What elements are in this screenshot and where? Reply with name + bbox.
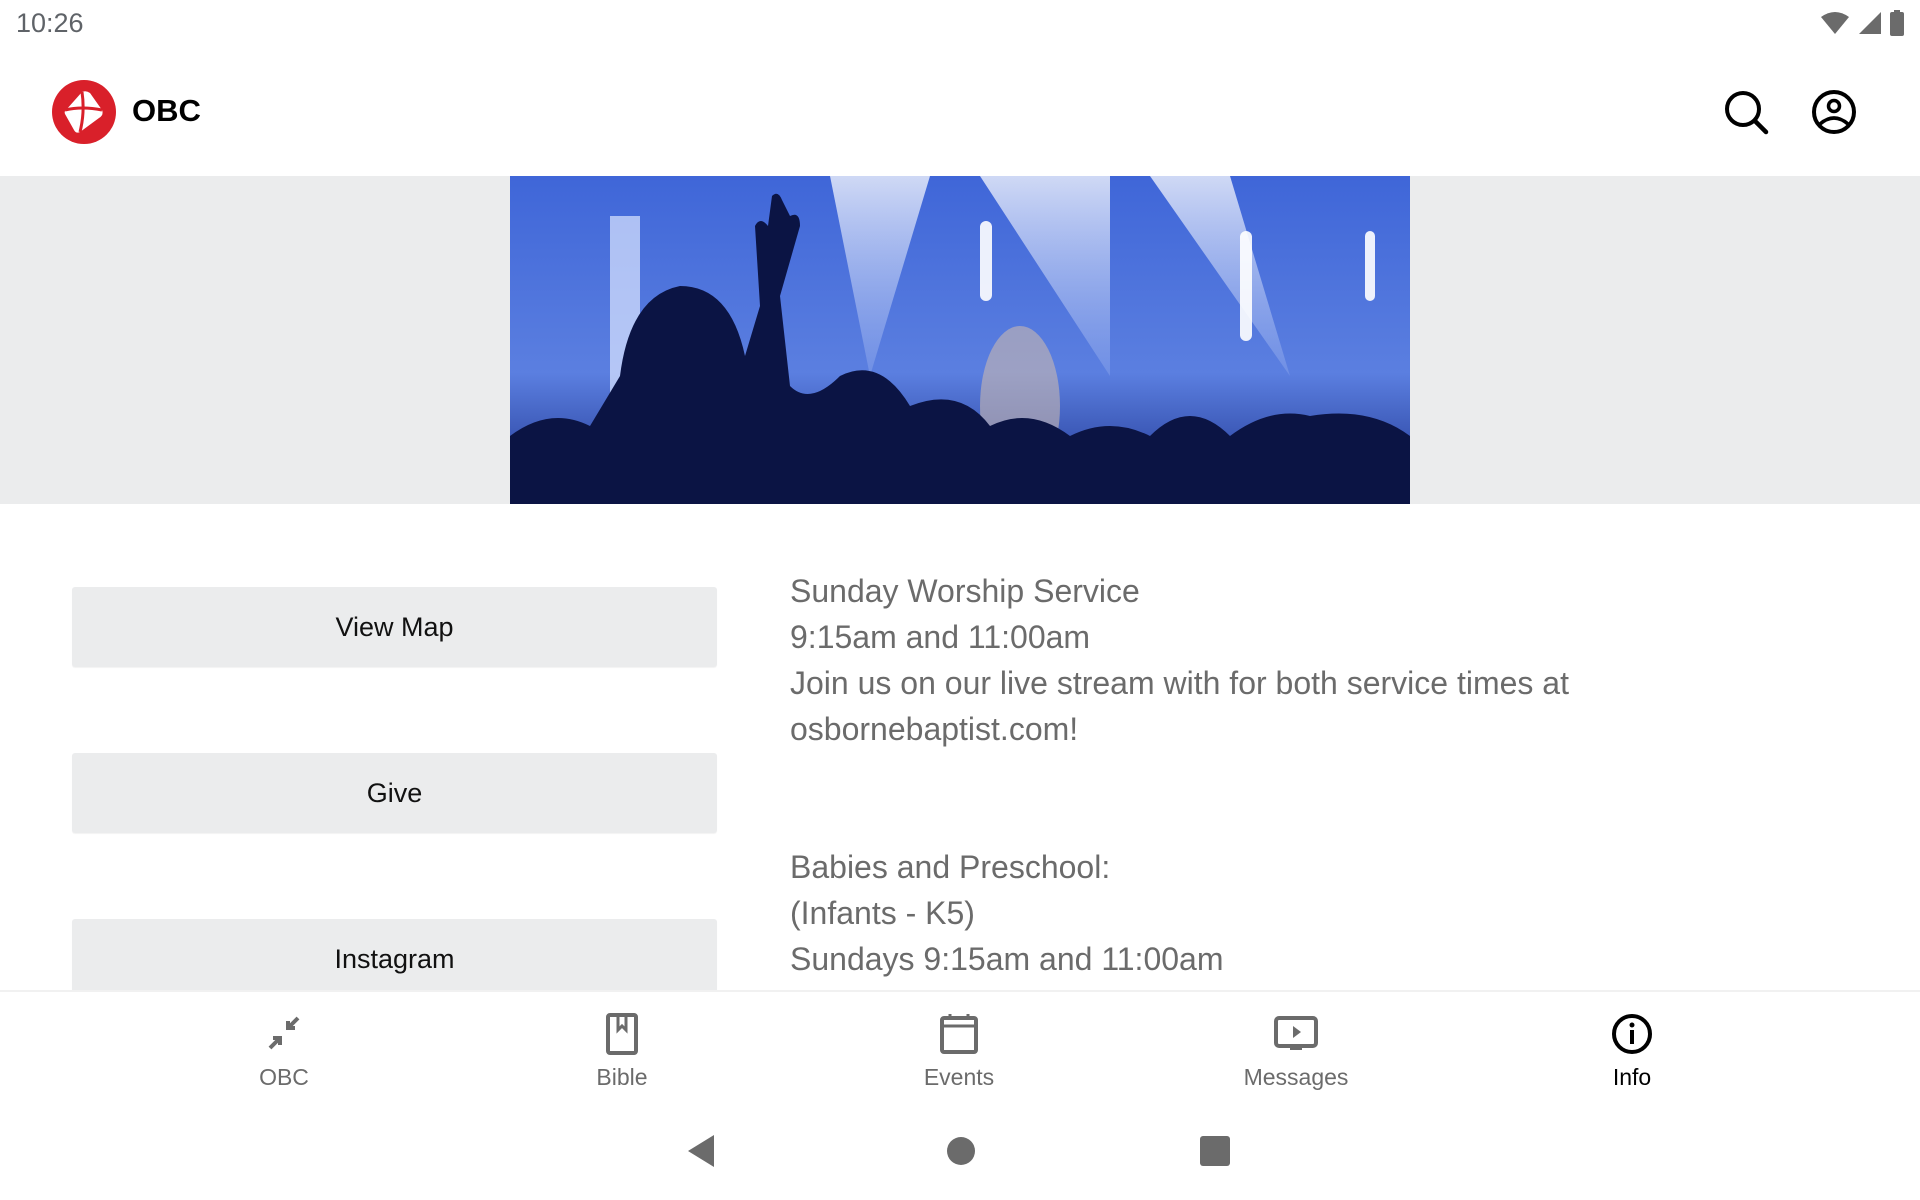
- content-scroll-area[interactable]: View Map Give Instagram Facebook Sunday …: [0, 504, 1920, 990]
- hero-image: [510, 176, 1410, 504]
- hero-photo: [510, 176, 1410, 504]
- instagram-button[interactable]: Instagram: [72, 919, 717, 990]
- info-line: Sundays 9:15am and 11:00am: [790, 941, 1224, 977]
- info-line: Join us on our live stream with for both…: [790, 665, 1569, 701]
- info-icon: [1612, 1014, 1652, 1054]
- account-circle-icon[interactable]: [1810, 88, 1858, 136]
- bible-book-icon: [606, 1013, 638, 1055]
- tab-events[interactable]: Events: [859, 992, 1059, 1102]
- worship-service-info: Sunday Worship Service 9:15am and 11:00a…: [790, 568, 1569, 752]
- tab-label: Messages: [1243, 1064, 1349, 1090]
- app-title: OBC: [132, 93, 201, 128]
- info-line: (Infants - K5): [790, 895, 975, 931]
- give-button[interactable]: Give: [72, 753, 717, 833]
- back-icon[interactable]: [686, 1133, 716, 1169]
- recents-icon[interactable]: [1200, 1136, 1230, 1166]
- info-line: Babies and Preschool:: [790, 849, 1111, 885]
- cell-signal-icon: [1859, 12, 1881, 34]
- preschool-info: Babies and Preschool: (Infants - K5) Sun…: [790, 844, 1223, 982]
- tab-label: OBC: [259, 1064, 309, 1090]
- info-line: 9:15am and 11:00am: [790, 619, 1091, 655]
- home-icon[interactable]: [946, 1136, 976, 1166]
- calendar-icon: [940, 1014, 978, 1054]
- bottom-nav: OBC Bible Events Messages Info: [0, 990, 1920, 1102]
- tab-label: Events: [923, 1064, 995, 1090]
- view-map-button[interactable]: View Map: [72, 587, 717, 667]
- tab-obc[interactable]: OBC: [184, 992, 384, 1102]
- collapse-arrows-icon: [268, 1016, 300, 1050]
- app-bar: [0, 52, 1920, 176]
- info-line: Sunday Worship Service: [790, 573, 1140, 609]
- video-monitor-icon: [1274, 1016, 1318, 1050]
- status-icons: [1820, 10, 1904, 36]
- obc-logo-icon[interactable]: [52, 80, 116, 144]
- tab-label: Bible: [596, 1064, 648, 1090]
- wifi-icon: [1821, 12, 1849, 34]
- tab-info[interactable]: Info: [1532, 992, 1732, 1102]
- status-time: 10:26: [16, 8, 84, 38]
- system-nav-bar: [0, 1100, 1920, 1200]
- battery-icon: [1890, 10, 1904, 36]
- tab-label: Info: [1612, 1064, 1652, 1090]
- tab-messages[interactable]: Messages: [1196, 992, 1396, 1102]
- search-icon[interactable]: [1722, 88, 1770, 136]
- tab-bible[interactable]: Bible: [522, 992, 722, 1102]
- info-line: osbornebaptist.com!: [790, 711, 1079, 747]
